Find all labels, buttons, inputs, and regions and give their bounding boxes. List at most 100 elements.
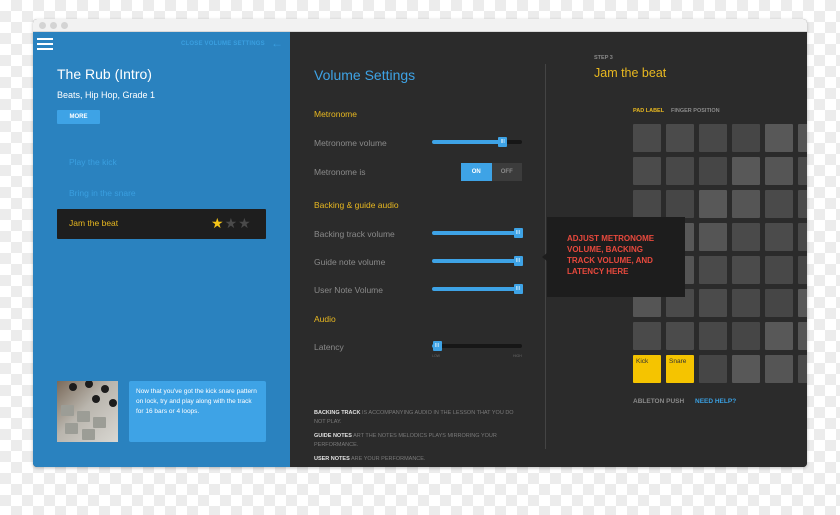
latency-slider[interactable]: III <box>432 341 522 351</box>
minimize-window-button[interactable] <box>50 22 57 29</box>
tab-pad-label[interactable]: PAD LABEL <box>633 108 664 114</box>
slider-fill <box>432 140 503 144</box>
pad[interactable] <box>699 124 727 152</box>
pad[interactable] <box>765 124 793 152</box>
pad[interactable] <box>732 223 760 251</box>
tab-finger-position[interactable]: FINGER POSITION <box>671 108 720 114</box>
metronome-toggle[interactable]: ON OFF <box>461 163 522 181</box>
volume-settings-panel: Volume Settings Metronome Metronome volu… <box>290 32 547 467</box>
pad[interactable] <box>666 157 694 185</box>
pad[interactable] <box>798 190 807 218</box>
pad[interactable] <box>798 223 807 251</box>
slider-handle[interactable]: III <box>432 341 442 351</box>
pad[interactable] <box>798 157 807 185</box>
note-term: BACKING TRACK <box>314 410 361 416</box>
pad[interactable] <box>633 322 661 350</box>
pad[interactable] <box>699 289 727 317</box>
pad[interactable] <box>765 223 793 251</box>
hamburger-icon[interactable] <box>37 38 53 50</box>
latency-label: Latency <box>314 342 344 352</box>
callout-arrow <box>542 253 547 261</box>
pad[interactable] <box>765 322 793 350</box>
glossary-notes: BACKING TRACK IS ACCOMPANYING AUDIO IN T… <box>314 409 524 467</box>
pad[interactable] <box>732 157 760 185</box>
pad[interactable] <box>699 256 727 284</box>
pad-kick[interactable]: Kick <box>633 355 661 383</box>
slider-fill <box>432 259 518 263</box>
pad[interactable] <box>699 322 727 350</box>
note-text: ARE YOUR PERFORMANCE. <box>349 456 426 462</box>
pad-snare[interactable]: Snare <box>666 355 694 383</box>
pad[interactable] <box>666 190 694 218</box>
metronome-on-button[interactable]: ON <box>461 163 492 181</box>
backing-track-volume-slider[interactable]: III <box>432 228 523 238</box>
device-label: ABLETON PUSH <box>633 398 685 405</box>
guide-note-volume-slider[interactable]: III <box>432 256 523 266</box>
note-user-notes: USER NOTES ARE YOUR PERFORMANCE. <box>314 455 524 464</box>
user-note-volume-label: User Note Volume <box>314 285 383 295</box>
latency-high-label: HIGH <box>513 354 522 358</box>
pad[interactable] <box>666 124 694 152</box>
slider-handle[interactable]: III <box>513 228 523 238</box>
section-metronome: Metronome <box>314 109 357 119</box>
pad[interactable] <box>798 355 807 383</box>
pad[interactable] <box>765 289 793 317</box>
pad[interactable] <box>666 322 694 350</box>
need-help-link[interactable]: NEED HELP? <box>695 398 736 405</box>
slider-handle[interactable]: III <box>498 137 508 147</box>
pad[interactable] <box>699 355 727 383</box>
latency-low-label: LOW <box>432 354 440 358</box>
pad[interactable] <box>732 355 760 383</box>
step-item-bring-in-the-snare[interactable]: Bring in the snare <box>69 188 136 198</box>
step-number: STEP 3 <box>594 55 613 61</box>
pad[interactable] <box>765 190 793 218</box>
back-arrow-icon[interactable]: ← <box>271 36 283 50</box>
star-filled-icon: ★ <box>211 215 225 231</box>
metronome-off-button[interactable]: OFF <box>491 163 522 181</box>
pad[interactable] <box>699 223 727 251</box>
note-term: GUIDE NOTES <box>314 433 352 439</box>
lesson-sidebar: CLOSE VOLUME SETTINGS ← The Rub (Intro) … <box>33 32 290 467</box>
settings-callout: ADJUST METRONOME VOLUME, BACKING TRACK V… <box>542 217 685 297</box>
user-note-volume-slider[interactable]: III <box>432 284 523 294</box>
pad[interactable] <box>732 322 760 350</box>
metronome-volume-label: Metronome volume <box>314 138 387 148</box>
pad[interactable] <box>699 157 727 185</box>
slider-handle[interactable]: III <box>513 284 523 294</box>
star-empty-icon: ★ <box>238 215 252 231</box>
step-item-play-the-kick[interactable]: Play the kick <box>69 157 117 167</box>
pad[interactable] <box>798 289 807 317</box>
close-volume-settings-link[interactable]: CLOSE VOLUME SETTINGS <box>181 41 265 47</box>
more-button[interactable]: MORE <box>57 110 100 124</box>
pad[interactable] <box>633 124 661 152</box>
controller-thumbnail-image <box>57 381 118 442</box>
pad[interactable] <box>732 124 760 152</box>
title-bar <box>33 19 807 32</box>
callout-text: ADJUST METRONOME VOLUME, BACKING TRACK V… <box>567 234 655 276</box>
step-title: Jam the beat <box>594 66 667 80</box>
pad[interactable] <box>765 355 793 383</box>
app-window: CLOSE VOLUME SETTINGS ← The Rub (Intro) … <box>33 19 807 467</box>
star-empty-icon: ★ <box>224 215 239 231</box>
pad[interactable] <box>798 124 807 152</box>
pad[interactable] <box>633 157 661 185</box>
pad[interactable] <box>765 256 793 284</box>
slider-handle[interactable]: III <box>513 256 523 266</box>
volume-settings-title: Volume Settings <box>314 67 416 83</box>
pad[interactable] <box>798 322 807 350</box>
step-item-jam-the-beat[interactable]: Jam the beat ★★★ <box>57 209 266 239</box>
pad[interactable] <box>798 256 807 284</box>
pad[interactable] <box>633 190 661 218</box>
step-panel: STEP 3 Jam the beat PAD LABEL FINGER POS… <box>542 32 807 467</box>
note-backing-track: BACKING TRACK IS ACCOMPANYING AUDIO IN T… <box>314 409 524 427</box>
pad[interactable] <box>732 190 760 218</box>
maximize-window-button[interactable] <box>61 22 68 29</box>
pad[interactable] <box>765 157 793 185</box>
close-window-button[interactable] <box>39 22 46 29</box>
pad[interactable] <box>699 190 727 218</box>
pad[interactable] <box>732 289 760 317</box>
metronome-volume-slider[interactable]: III <box>432 137 522 147</box>
slider-fill <box>432 231 518 235</box>
metronome-is-label: Metronome is <box>314 167 366 177</box>
pad[interactable] <box>732 256 760 284</box>
